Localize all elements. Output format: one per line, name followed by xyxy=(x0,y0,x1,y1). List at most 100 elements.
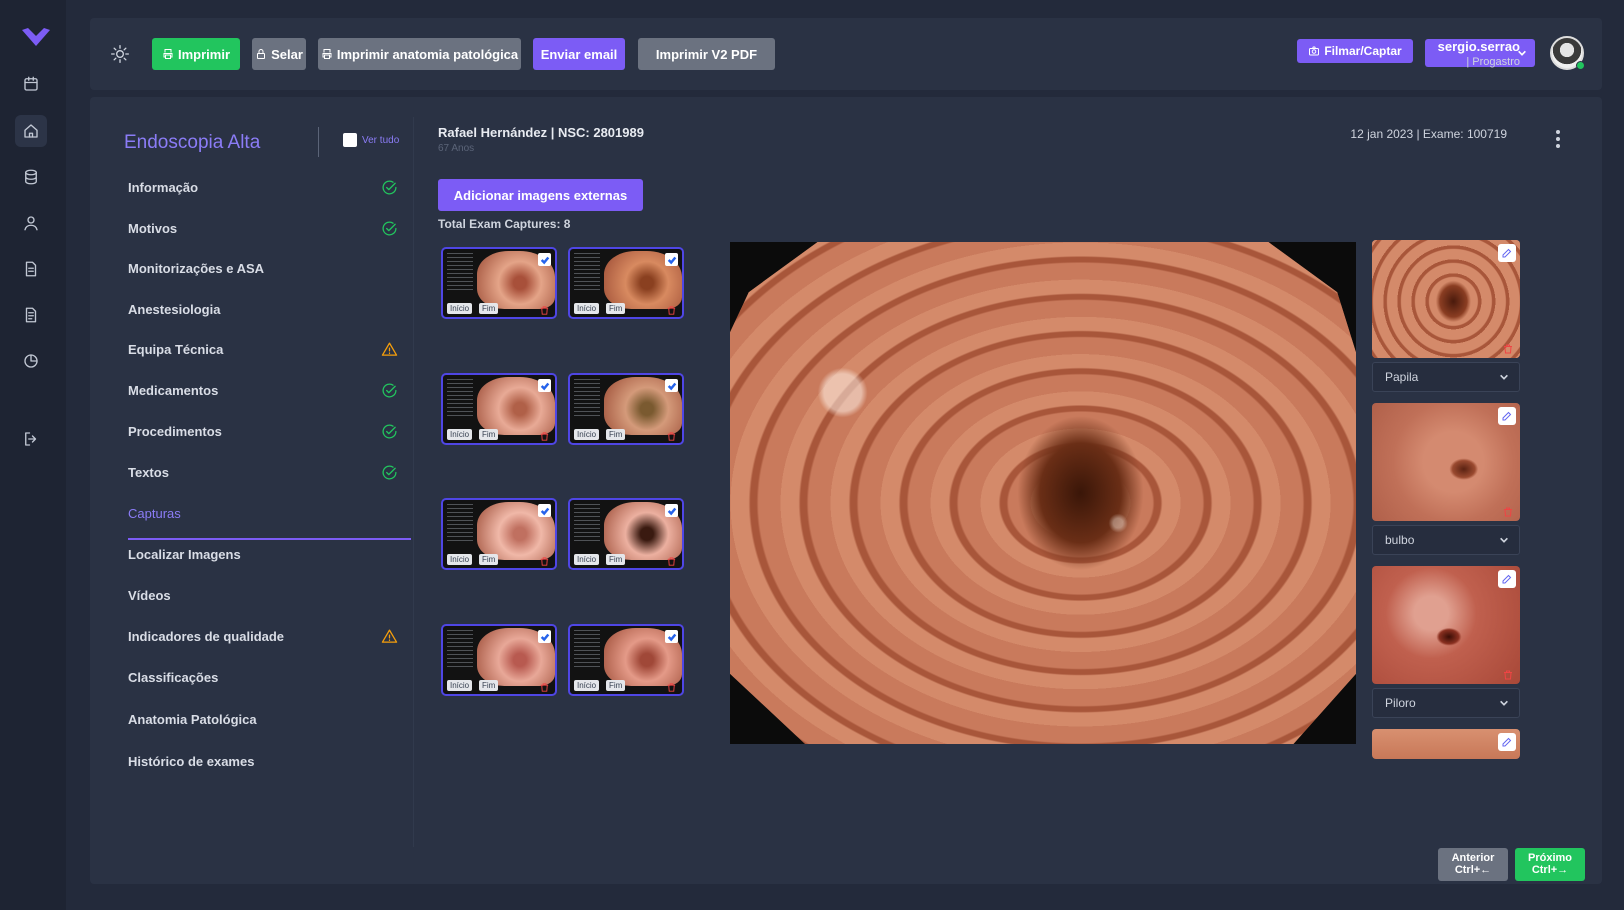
overlay-text xyxy=(447,379,473,419)
select-checkbox[interactable] xyxy=(538,630,551,643)
menu-item-medicamentos[interactable]: Medicamentos xyxy=(128,378,398,402)
print-v2-pdf-button[interactable]: Imprimir V2 PDF xyxy=(638,38,775,70)
classification-select[interactable]: Piloro xyxy=(1372,688,1520,718)
select-checkbox[interactable] xyxy=(665,504,678,517)
end-tag[interactable]: Fim xyxy=(606,554,626,565)
capture-thumbnail[interactable]: Início Fim xyxy=(568,624,684,696)
select-checkbox[interactable] xyxy=(665,253,678,266)
overlay-text xyxy=(574,379,600,419)
main-endoscopy-image[interactable] xyxy=(730,242,1356,744)
print-button[interactable]: Imprimir xyxy=(152,38,240,70)
trash-icon[interactable] xyxy=(1502,505,1514,517)
menu-item-motivos[interactable]: Motivos xyxy=(128,216,398,240)
end-tag[interactable]: Fim xyxy=(479,554,499,565)
capture-thumbnail[interactable]: Início Fim xyxy=(568,498,684,570)
next-button[interactable]: Próximo Ctrl+→ xyxy=(1515,848,1585,881)
statistics-icon[interactable] xyxy=(15,345,47,377)
ver-tudo-checkbox[interactable]: Ver tudo xyxy=(343,133,399,147)
add-external-images-button[interactable]: Adicionar imagens externas xyxy=(438,179,643,211)
trash-icon[interactable] xyxy=(539,554,550,566)
film-capture-button[interactable]: Filmar/Captar xyxy=(1297,39,1413,63)
calendar-icon[interactable] xyxy=(15,68,47,100)
start-tag[interactable]: Início xyxy=(447,554,473,565)
menu-item-localizar-imagens[interactable]: Localizar Imagens xyxy=(128,542,398,566)
capture-thumbnail[interactable]: Início Fim xyxy=(568,247,684,319)
trash-icon[interactable] xyxy=(539,680,550,692)
print-pathology-button[interactable]: Imprimir anatomia patológica xyxy=(318,38,521,70)
report-icon[interactable] xyxy=(15,299,47,331)
end-tag[interactable]: Fim xyxy=(606,303,626,314)
capture-thumbnail[interactable]: Início Fim xyxy=(441,247,557,319)
end-tag[interactable]: Fim xyxy=(479,680,499,691)
check-circle-icon xyxy=(381,179,398,196)
capture-thumbnail[interactable]: Início Fim xyxy=(441,624,557,696)
theme-toggle-icon[interactable] xyxy=(110,44,130,64)
trash-icon[interactable] xyxy=(539,429,550,441)
select-checkbox[interactable] xyxy=(538,253,551,266)
warning-icon xyxy=(381,628,398,645)
classified-thumbnail[interactable] xyxy=(1372,403,1520,521)
send-email-button[interactable]: Enviar email xyxy=(533,38,625,70)
classified-thumbnail[interactable] xyxy=(1372,566,1520,684)
trash-icon[interactable] xyxy=(539,303,550,315)
document-icon[interactable] xyxy=(15,253,47,285)
capture-thumbnail[interactable]: Início Fim xyxy=(568,373,684,445)
menu-item-label: Classificações xyxy=(128,669,219,685)
edit-icon[interactable] xyxy=(1498,570,1516,588)
menu-item-monitorizacoes[interactable]: Monitorizações e ASA xyxy=(128,256,398,280)
trash-icon[interactable] xyxy=(666,680,677,692)
menu-item-historico[interactable]: Histórico de exames xyxy=(128,749,398,773)
select-checkbox[interactable] xyxy=(665,379,678,392)
end-tag[interactable]: Fim xyxy=(479,303,499,314)
select-checkbox[interactable] xyxy=(538,379,551,392)
menu-item-capturas[interactable]: Capturas xyxy=(128,501,398,525)
start-tag[interactable]: Início xyxy=(574,680,600,691)
classification-select[interactable]: Papila xyxy=(1372,362,1520,392)
start-tag[interactable]: Início xyxy=(574,554,600,565)
active-menu-indicator xyxy=(128,538,411,540)
avatar[interactable] xyxy=(1550,36,1585,70)
select-checkbox[interactable] xyxy=(665,630,678,643)
edit-icon[interactable] xyxy=(1498,407,1516,425)
menu-item-label: Vídeos xyxy=(128,587,171,603)
select-checkbox[interactable] xyxy=(538,504,551,517)
trash-icon[interactable] xyxy=(1502,342,1514,354)
menu-item-indicadores[interactable]: Indicadores de qualidade xyxy=(128,624,398,648)
end-tag[interactable]: Fim xyxy=(606,680,626,691)
trash-icon[interactable] xyxy=(666,554,677,566)
seal-button[interactable]: Selar xyxy=(252,38,306,70)
trash-icon[interactable] xyxy=(1502,668,1514,680)
menu-item-classificacoes[interactable]: Classificações xyxy=(128,665,398,689)
menu-item-textos[interactable]: Textos xyxy=(128,460,398,484)
trash-icon[interactable] xyxy=(666,429,677,441)
start-tag[interactable]: Início xyxy=(447,680,473,691)
capture-thumbnail[interactable]: Início Fim xyxy=(441,498,557,570)
user-icon[interactable] xyxy=(15,207,47,239)
end-tag[interactable]: Fim xyxy=(479,429,499,440)
menu-item-equipa-tecnica[interactable]: Equipa Técnica xyxy=(128,337,398,361)
more-options-icon[interactable] xyxy=(1556,130,1560,148)
end-tag[interactable]: Fim xyxy=(606,429,626,440)
capture-thumbnail[interactable]: Início Fim xyxy=(441,373,557,445)
previous-button[interactable]: Anterior Ctrl+← xyxy=(1438,848,1508,881)
menu-item-anestesiologia[interactable]: Anestesiologia xyxy=(128,297,398,321)
start-tag[interactable]: Início xyxy=(447,303,473,314)
logout-icon[interactable] xyxy=(15,423,47,455)
classified-thumbnail[interactable] xyxy=(1372,240,1520,358)
classified-thumbnail[interactable] xyxy=(1372,729,1520,759)
overlay-text xyxy=(574,253,600,293)
home-icon[interactable] xyxy=(15,115,47,147)
menu-item-procedimentos[interactable]: Procedimentos xyxy=(128,419,398,443)
checkbox-box[interactable] xyxy=(343,133,357,147)
start-tag[interactable]: Início xyxy=(574,429,600,440)
menu-item-anatomia-patologica[interactable]: Anatomia Patológica xyxy=(128,707,398,731)
classification-select[interactable]: bulbo xyxy=(1372,525,1520,555)
menu-item-informacao[interactable]: Informação xyxy=(128,175,398,199)
start-tag[interactable]: Início xyxy=(447,429,473,440)
start-tag[interactable]: Início xyxy=(574,303,600,314)
menu-item-videos[interactable]: Vídeos xyxy=(128,583,398,607)
database-icon[interactable] xyxy=(15,161,47,193)
edit-icon[interactable] xyxy=(1498,733,1516,751)
edit-icon[interactable] xyxy=(1498,244,1516,262)
trash-icon[interactable] xyxy=(666,303,677,315)
